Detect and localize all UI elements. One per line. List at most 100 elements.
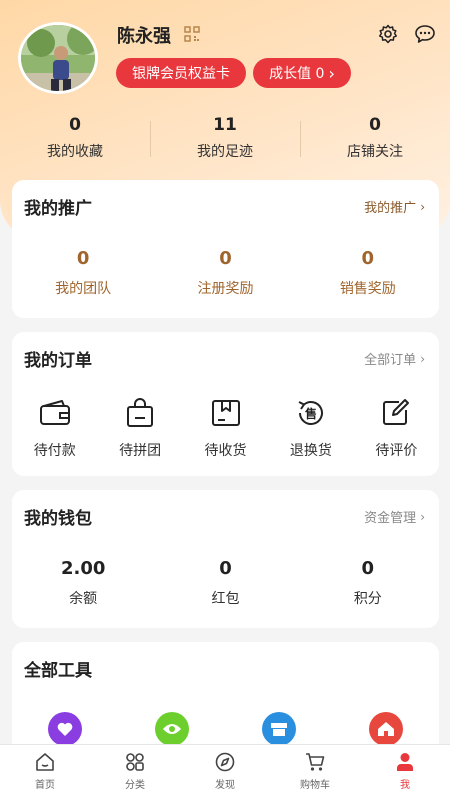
tab-home[interactable]: 首页 xyxy=(0,745,90,800)
tool-item[interactable] xyxy=(119,712,226,744)
bottom-tab-bar: 首页 分类 发现 购物车 我 xyxy=(0,744,450,800)
qr-code-icon[interactable] xyxy=(184,26,200,42)
stats-row: 0 我的收藏 11 我的足迹 0 店铺关注 xyxy=(0,115,450,165)
stat-value: 0 xyxy=(369,115,381,135)
wallet-label: 积分 xyxy=(353,591,382,607)
wallet-stats: 2.00 余额 0 红包 0 积分 xyxy=(12,558,439,608)
stat-value: 0 xyxy=(69,115,81,135)
cart-icon xyxy=(306,753,325,771)
category-icon xyxy=(126,753,144,771)
user-name: 陈永强 xyxy=(117,26,171,47)
edit-icon xyxy=(383,399,410,425)
exchange-icon-text: 售 xyxy=(305,406,317,421)
stat-value: 11 xyxy=(213,115,237,135)
member-card-button[interactable]: 银牌会员权益卡 xyxy=(116,58,246,88)
house-icon xyxy=(368,712,403,744)
avatar-photo xyxy=(21,25,95,91)
chevron-right-icon: › xyxy=(420,199,425,214)
card-title: 全部工具 xyxy=(24,661,92,681)
order-pending-payment[interactable]: 待付款 xyxy=(12,398,97,460)
fund-management-link[interactable]: 资金管理 › xyxy=(364,507,425,527)
order-status-label: 待评价 xyxy=(375,443,418,459)
tool-item[interactable] xyxy=(332,712,439,744)
order-pending-receipt[interactable]: 待收货 xyxy=(183,398,268,460)
package-icon xyxy=(211,400,240,426)
link-label: 全部订单 xyxy=(364,353,417,368)
order-status-label: 待收货 xyxy=(204,443,247,459)
avatar[interactable] xyxy=(18,22,98,94)
link-label: 资金管理 xyxy=(364,511,417,526)
message-icon[interactable] xyxy=(414,24,436,44)
promo-value: 0 xyxy=(219,248,232,269)
tab-label: 首页 xyxy=(35,780,55,791)
order-pending-group[interactable]: 待拼团 xyxy=(97,398,182,460)
growth-value-button[interactable]: 成长值 0 › xyxy=(253,58,351,88)
home-icon xyxy=(36,753,54,771)
wallet-card: 我的钱包 资金管理 › 2.00 余额 0 红包 0 积分 xyxy=(12,490,439,628)
stat-label: 我的收藏 xyxy=(47,144,103,160)
settings-icon[interactable] xyxy=(378,24,398,44)
growth-value-label: 成长值 0 xyxy=(269,66,325,82)
promo-register-reward[interactable]: 0 注册奖励 xyxy=(154,248,296,298)
wallet-icon xyxy=(39,400,70,425)
eye-icon xyxy=(155,712,190,744)
card-title: 我的订单 xyxy=(24,351,92,371)
wallet-label: 红包 xyxy=(211,591,240,607)
user-icon xyxy=(397,753,413,771)
tool-item[interactable] xyxy=(226,712,333,744)
wallet-balance[interactable]: 2.00 余额 xyxy=(12,558,154,608)
all-orders-link[interactable]: 全部订单 › xyxy=(364,349,425,369)
exchange-icon: 售 xyxy=(298,401,323,425)
chevron-right-icon: › xyxy=(328,63,335,83)
stat-label: 店铺关注 xyxy=(347,144,403,160)
order-status-label: 待付款 xyxy=(33,443,76,459)
order-status-row: 待付款 待拼团 待收货 售 退换货 待评价 xyxy=(12,398,439,460)
tab-label: 我 xyxy=(400,780,410,791)
card-title: 我的推广 xyxy=(24,199,92,219)
order-status-label: 退换货 xyxy=(289,443,332,459)
promo-label: 注册奖励 xyxy=(197,281,254,297)
tab-cart[interactable]: 购物车 xyxy=(270,745,360,800)
promo-value: 0 xyxy=(361,248,375,269)
tab-me[interactable]: 我 xyxy=(360,745,450,800)
stat-footprints[interactable]: 11 我的足迹 xyxy=(150,115,300,165)
wallet-value: 0 xyxy=(219,558,232,579)
heart-icon xyxy=(48,712,83,744)
order-status-label: 待拼团 xyxy=(119,443,162,459)
member-card-label: 银牌会员权益卡 xyxy=(132,66,230,82)
chevron-right-icon: › xyxy=(420,351,425,366)
order-return-exchange[interactable]: 售 退换货 xyxy=(268,398,353,460)
promotion-link[interactable]: 我的推广 › xyxy=(364,197,425,217)
promotion-card: 我的推广 我的推广 › 0 我的团队 0 注册奖励 0 销售奖励 xyxy=(12,180,439,318)
tab-label: 分类 xyxy=(125,780,145,791)
promo-label: 我的团队 xyxy=(55,281,112,297)
card-title: 我的钱包 xyxy=(24,509,92,529)
bag-icon xyxy=(127,398,154,427)
wallet-value: 0 xyxy=(361,558,375,579)
promo-sales-reward[interactable]: 0 销售奖励 xyxy=(297,248,439,298)
link-label: 我的推广 xyxy=(364,201,417,216)
tool-item[interactable] xyxy=(12,712,119,744)
tab-category[interactable]: 分类 xyxy=(90,745,180,800)
tools-card: 全部工具 xyxy=(12,642,439,744)
order-pending-review[interactable]: 待评价 xyxy=(354,398,439,460)
compass-icon xyxy=(215,752,235,772)
stat-favorites[interactable]: 0 我的收藏 xyxy=(0,115,150,165)
wallet-red-packet[interactable]: 0 红包 xyxy=(154,558,296,608)
promotion-stats: 0 我的团队 0 注册奖励 0 销售奖励 xyxy=(12,248,439,298)
tab-discover[interactable]: 发现 xyxy=(180,745,270,800)
tab-label: 购物车 xyxy=(300,780,330,791)
wallet-points[interactable]: 0 积分 xyxy=(297,558,439,608)
orders-card: 我的订单 全部订单 › 待付款 待拼团 待收货 售 退换货 待评价 xyxy=(12,332,439,476)
store-icon xyxy=(261,712,296,744)
profile-page: 陈永强 银牌会员权益卡 成长值 0 › 0 我的收藏 11 我的足迹 0 店铺关… xyxy=(0,0,450,744)
wallet-label: 余额 xyxy=(69,591,98,607)
wallet-value: 2.00 xyxy=(60,558,106,579)
stat-followed-shops[interactable]: 0 店铺关注 xyxy=(300,115,450,165)
promo-label: 销售奖励 xyxy=(339,281,396,297)
tab-label: 发现 xyxy=(215,780,235,791)
promo-team[interactable]: 0 我的团队 xyxy=(12,248,154,298)
tools-row xyxy=(12,712,439,744)
promo-value: 0 xyxy=(76,248,90,269)
chevron-right-icon: › xyxy=(420,509,425,524)
